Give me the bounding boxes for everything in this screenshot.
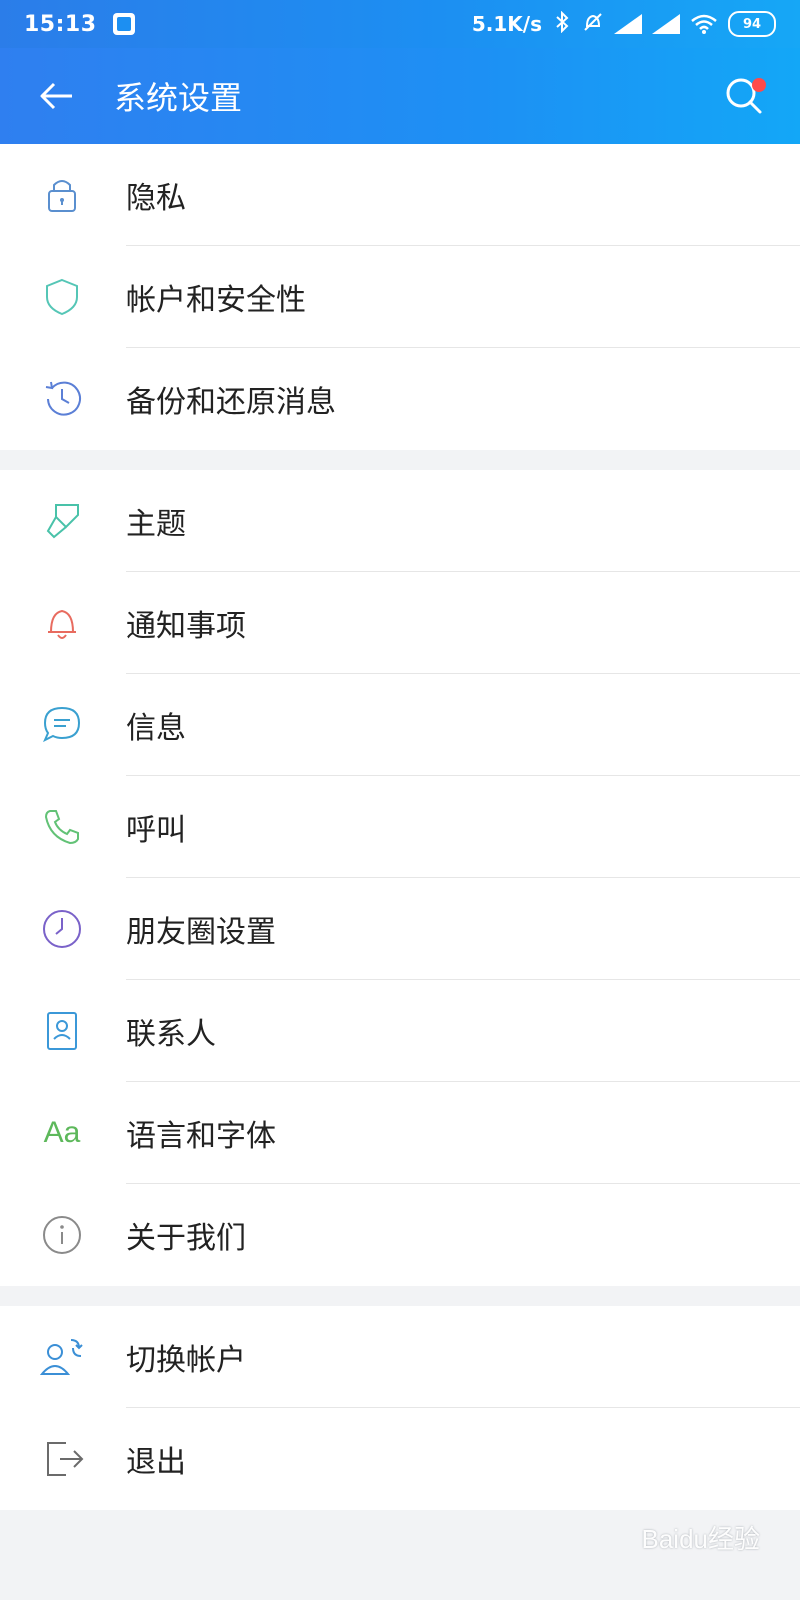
status-icons: 94 [554,10,776,38]
mute-bell-icon [582,11,604,38]
history-icon [30,367,94,431]
search-button[interactable] [716,68,772,124]
info-icon [30,1203,94,1267]
settings-item-label: 信息 [126,712,186,745]
settings-item-moments[interactable]: 朋友圈设置 [0,878,800,980]
settings-item-label: 退出 [126,1446,186,1479]
paint-brush-icon [30,489,94,553]
signal-icon-2 [652,14,680,34]
settings-item-label: 切换帐户 [126,1344,246,1377]
chat-icon [30,693,94,757]
top-app-bar: 系统设置 [0,48,800,144]
settings-item-calls[interactable]: 呼叫 [0,776,800,878]
settings-item-label: 主题 [126,508,186,541]
status-time: 15:13 [24,11,97,37]
settings-item-messages[interactable]: 信息 [0,674,800,776]
font-icon: Aa [43,1116,81,1149]
settings-item-notifications[interactable]: 通知事项 [0,572,800,674]
settings-item-logout[interactable]: 退出 [0,1408,800,1510]
settings-item-label: 朋友圈设置 [126,916,276,949]
settings-item-switch-account[interactable]: 切换帐户 [0,1306,800,1408]
wifi-icon [690,14,718,34]
notification-dot [752,78,766,92]
settings-item-label: 帐户和安全性 [126,284,306,317]
watermark: Baidu经验 [641,1524,761,1554]
settings-item-label: 隐私 [126,182,186,215]
settings-item-about[interactable]: 关于我们 [0,1184,800,1286]
signal-icon-1 [614,14,642,34]
phone-icon [30,795,94,859]
settings-item-account-security[interactable]: 帐户和安全性 [0,246,800,348]
page-title: 系统设置 [114,80,243,116]
network-speed: 5.1K/s [471,12,542,36]
settings-item-theme[interactable]: 主题 [0,470,800,572]
settings-item-label: 语言和字体 [126,1120,276,1153]
settings-item-label: 呼叫 [126,814,186,847]
settings-item-contacts[interactable]: 联系人 [0,980,800,1082]
contact-card-icon [30,999,94,1063]
logout-icon [30,1427,94,1491]
clock-icon [30,897,94,961]
settings-item-language-font[interactable]: Aa 语言和字体 [0,1082,800,1184]
switch-account-icon [30,1325,94,1389]
battery-indicator: 94 [728,11,776,37]
settings-item-label: 关于我们 [126,1222,246,1255]
settings-list: 隐私 帐户和安全性 备份和还原消息 主题 通知事项 信息 呼叫 朋友圈设置 联系… [0,144,800,1510]
settings-item-privacy[interactable]: 隐私 [0,144,800,246]
status-bar: 15:13 5.1K/s 94 [0,0,800,48]
settings-item-label: 备份和还原消息 [126,386,336,419]
settings-section-3: 切换帐户 退出 [0,1306,800,1510]
settings-item-label: 通知事项 [126,610,246,643]
lock-icon [30,163,94,227]
settings-section-1: 隐私 帐户和安全性 备份和还原消息 [0,144,800,450]
back-button[interactable] [28,68,84,124]
status-right: 5.1K/s 94 [471,10,776,38]
shield-icon [30,265,94,329]
settings-item-label: 联系人 [126,1018,216,1051]
bluetooth-icon [554,10,572,38]
settings-item-backup-restore[interactable]: 备份和还原消息 [0,348,800,450]
bell-icon [30,591,94,655]
app-notification-icon [112,13,135,35]
settings-section-2: 主题 通知事项 信息 呼叫 朋友圈设置 联系人 Aa 语言和字体 关于我们 [0,470,800,1286]
arrow-left-icon [40,82,72,110]
